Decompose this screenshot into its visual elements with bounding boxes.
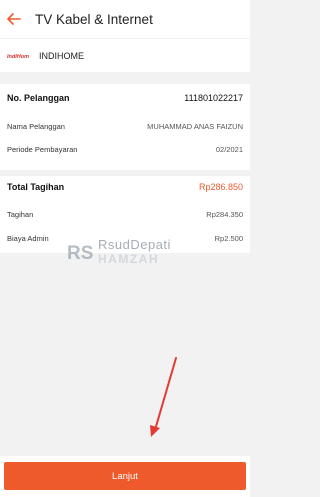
period-value: 02/2021: [215, 145, 243, 154]
customer-id-label: No. Pelanggan: [7, 93, 70, 103]
period-row: Periode Pembayaran 02/2021: [7, 145, 243, 154]
customer-card: No. Pelanggan 111801022217 Nama Pelangga…: [0, 84, 250, 170]
total-row: Total Tagihan Rp286.850: [7, 182, 243, 192]
customer-name-row: Nama Pelanggan MUHAMMAD ANAS FAIZUN: [7, 122, 243, 131]
customer-name-label: Nama Pelanggan: [7, 122, 65, 131]
admin-fee-label: Biaya Admin: [7, 234, 49, 243]
customer-name-value: MUHAMMAD ANAS FAIZUN: [147, 122, 243, 131]
provider-row: IndiHome INDIHOME: [0, 39, 250, 72]
continue-button[interactable]: Lanjut: [4, 462, 246, 490]
admin-fee-row: Biaya Admin Rp2.500: [7, 234, 243, 243]
svg-text:IndiHome: IndiHome: [7, 54, 29, 60]
app-header: TV Kabel & Internet: [0, 0, 250, 38]
provider-name: INDIHOME: [39, 50, 84, 61]
watermark-line2: HAMZAH: [98, 252, 159, 266]
period-label: Periode Pembayaran: [7, 145, 78, 154]
page-title: TV Kabel & Internet: [35, 11, 153, 27]
total-label: Total Tagihan: [7, 182, 65, 192]
admin-fee-value: Rp2.500: [214, 234, 243, 243]
bill-card: Total Tagihan Rp286.850 Tagihan Rp284.35…: [0, 176, 250, 253]
tagihan-label: Tagihan: [7, 210, 34, 219]
customer-id-row: No. Pelanggan 111801022217: [7, 93, 243, 103]
bottom-bar: Lanjut: [0, 456, 250, 497]
tagihan-value: Rp284.350: [206, 210, 243, 219]
indihome-logo: IndiHome: [7, 44, 29, 67]
arrow-left-icon[interactable]: [7, 11, 23, 27]
tagihan-row: Tagihan Rp284.350: [7, 210, 243, 219]
customer-id-value: 111801022217: [184, 93, 243, 103]
total-value: Rp286.850: [198, 182, 243, 192]
